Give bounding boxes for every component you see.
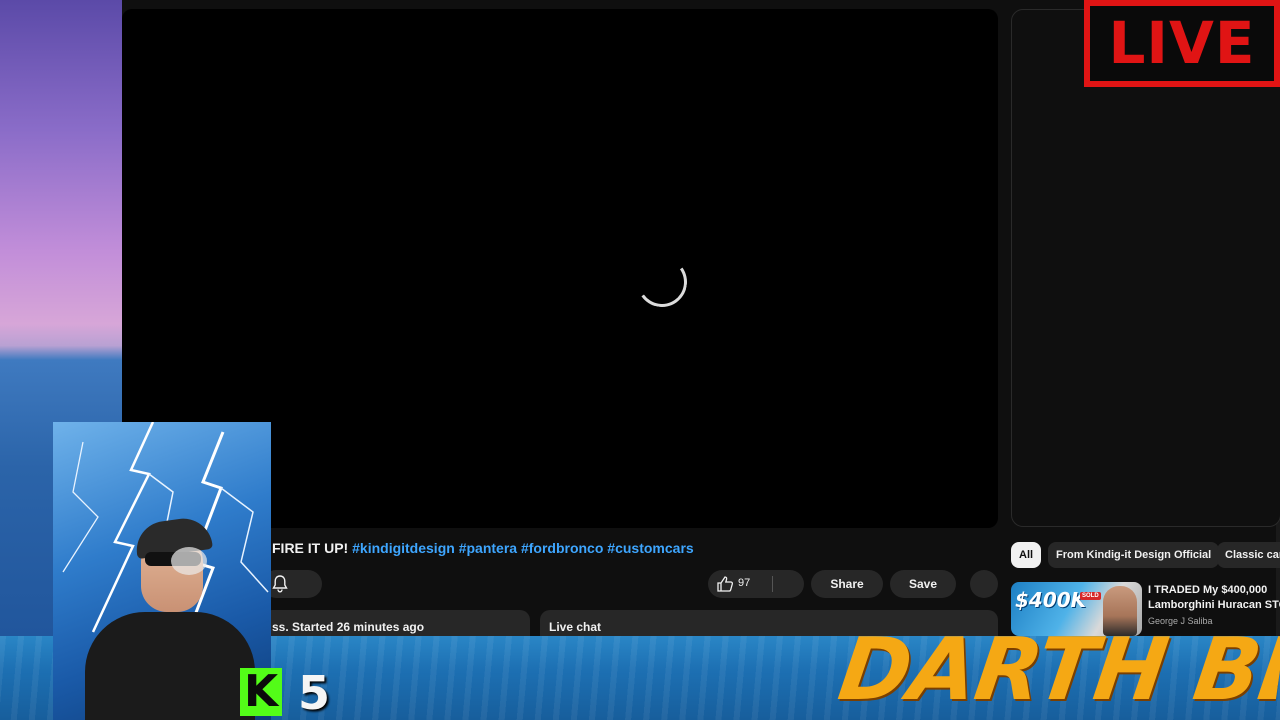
viewer-count: 5 bbox=[298, 666, 331, 720]
chip-all[interactable]: All bbox=[1011, 542, 1042, 568]
streamer-body bbox=[85, 612, 255, 720]
hashtag-link[interactable]: #pantera bbox=[459, 540, 517, 556]
recommended-title[interactable]: I TRADED My $400,000 Lamborghini Huracan… bbox=[1148, 583, 1280, 613]
streamer-name: DARTH BLAZE bbox=[832, 620, 1280, 720]
description-preview: ss. Started 26 minutes ago bbox=[272, 620, 425, 634]
thumbnail-price: $400K bbox=[1015, 588, 1087, 612]
video-title: FIRE IT UP! #kindigitdesign #pantera #fo… bbox=[272, 540, 694, 556]
save-button[interactable]: Save bbox=[890, 570, 956, 598]
chip-classic-cars[interactable]: Classic cars bbox=[1217, 542, 1280, 568]
share-button[interactable]: Share bbox=[811, 570, 883, 598]
hashtag-link[interactable]: #fordbronco bbox=[521, 540, 603, 556]
live-chat-label: Live chat bbox=[549, 620, 602, 634]
live-badge-label: LIVE bbox=[1090, 6, 1274, 81]
like-divider bbox=[772, 576, 773, 592]
webcam-overlay bbox=[53, 422, 271, 720]
description-box[interactable]: ss. Started 26 minutes ago bbox=[262, 610, 530, 636]
smoke-cloud bbox=[171, 547, 207, 575]
notification-bell-button[interactable] bbox=[262, 570, 322, 598]
recommended-title-line: Lamborghini Huracan STO bbox=[1148, 599, 1280, 611]
title-prefix: FIRE IT UP! bbox=[272, 540, 349, 556]
more-actions-button[interactable] bbox=[970, 570, 998, 598]
kick-letter: K bbox=[243, 666, 279, 717]
like-button[interactable]: 97 bbox=[708, 570, 804, 598]
live-badge: LIVE bbox=[1084, 0, 1280, 87]
hashtag-link[interactable]: #customcars bbox=[607, 540, 693, 556]
bell-icon bbox=[272, 575, 288, 593]
loading-spinner-icon bbox=[633, 253, 691, 311]
thumbnail-sold: SOLD bbox=[1080, 592, 1101, 600]
kick-logo-icon: K bbox=[240, 668, 282, 716]
chip-from-channel[interactable]: From Kindig-it Design Official bbox=[1048, 542, 1220, 568]
hashtag-link[interactable]: #kindigitdesign bbox=[352, 540, 455, 556]
like-count: 97 bbox=[738, 577, 751, 589]
recommended-title-line: I TRADED My $400,000 bbox=[1148, 584, 1268, 596]
thumbs-up-icon bbox=[717, 576, 734, 592]
